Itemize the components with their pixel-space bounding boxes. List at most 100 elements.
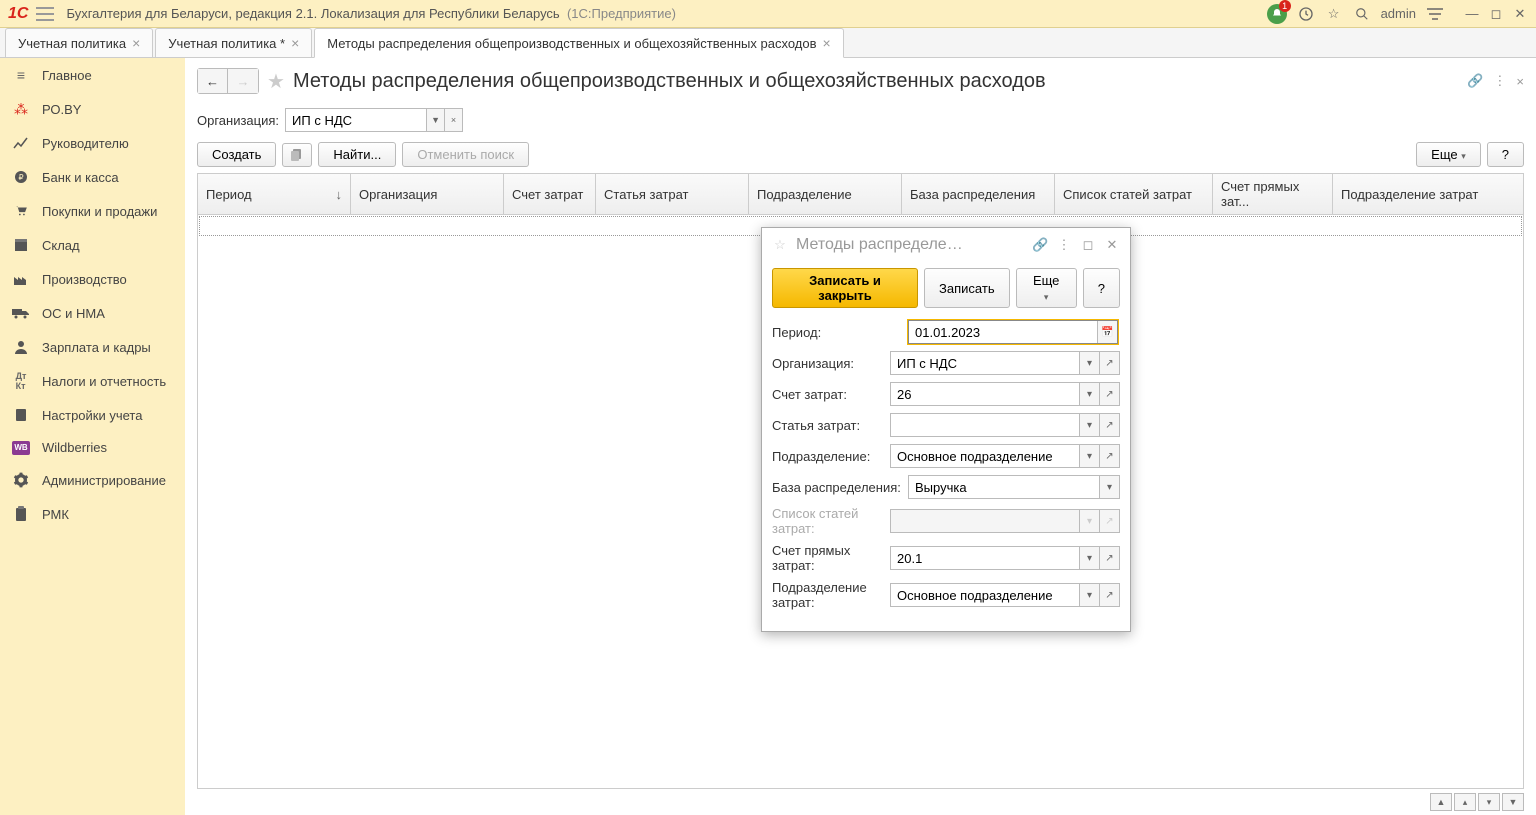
filter-row: Организация: ▼ × <box>185 104 1536 136</box>
article-input[interactable] <box>891 414 1079 436</box>
col-direct[interactable]: Счет прямых зат... <box>1213 174 1333 214</box>
dropdown-icon[interactable]: ▾ <box>1079 352 1099 374</box>
tab-close-icon[interactable]: × <box>291 35 299 51</box>
modal-star-icon[interactable]: ☆ <box>772 237 788 253</box>
truck-icon <box>12 304 30 322</box>
tab-close-icon[interactable]: × <box>823 35 831 51</box>
open-icon[interactable]: ↗ <box>1099 445 1119 467</box>
open-icon[interactable]: ↗ <box>1099 352 1119 374</box>
clear-filter-icon[interactable]: × <box>444 109 462 131</box>
settings-lines-icon[interactable] <box>1426 5 1444 23</box>
account-label: Счет затрат: <box>772 387 890 402</box>
dropdown-icon[interactable]: ▼ <box>426 109 444 131</box>
copy-button[interactable] <box>282 143 312 167</box>
page-header: ← → ★ Методы распределения общепроизводс… <box>185 58 1536 104</box>
col-period[interactable]: Период↓ <box>198 174 351 214</box>
sidebar-item-bank[interactable]: ₽Банк и касса <box>0 160 185 194</box>
sidebar-item-production[interactable]: Производство <box>0 262 185 296</box>
open-icon[interactable]: ↗ <box>1099 414 1119 436</box>
sidebar-item-settings[interactable]: Настройки учета <box>0 398 185 432</box>
dept2-input[interactable] <box>891 584 1079 606</box>
sidebar-item-sales[interactable]: Покупки и продажи <box>0 194 185 228</box>
modal-link-icon[interactable]: 🔗 <box>1032 237 1048 253</box>
create-button[interactable]: Создать <box>197 142 276 167</box>
dropdown-icon[interactable]: ▾ <box>1079 445 1099 467</box>
list-label: Список статей затрат: <box>772 506 890 536</box>
dropdown-icon[interactable]: ▾ <box>1079 584 1099 606</box>
user-label[interactable]: admin <box>1381 6 1416 21</box>
sidebar-item-admin[interactable]: Администрирование <box>0 463 185 497</box>
base-input[interactable] <box>909 476 1099 498</box>
dropdown-icon[interactable]: ▾ <box>1079 383 1099 405</box>
list-input-wrap: ▾ ↗ <box>890 509 1120 533</box>
modal-more-button[interactable]: Еще ▾ <box>1016 268 1077 308</box>
help-button[interactable]: ? <box>1487 142 1524 167</box>
period-input[interactable] <box>909 321 1097 343</box>
dropdown-icon[interactable]: ▾ <box>1079 414 1099 436</box>
nav-down-icon[interactable]: ▾ <box>1478 793 1500 811</box>
open-icon[interactable]: ↗ <box>1099 584 1119 606</box>
org-filter-combo[interactable]: ▼ × <box>285 108 463 132</box>
sidebar-item-manager[interactable]: Руководителю <box>0 126 185 160</box>
col-org[interactable]: Организация <box>351 174 504 214</box>
col-dept2[interactable]: Подразделение затрат <box>1333 174 1523 214</box>
clipboard-icon <box>12 505 30 523</box>
modal-close-icon[interactable]: ✕ <box>1104 237 1120 253</box>
more-button[interactable]: Еще ▾ <box>1416 142 1481 167</box>
nav-forward-button[interactable]: → <box>228 69 258 93</box>
sidebar-item-roby[interactable]: ⁂РО.BY <box>0 92 185 126</box>
modal-title: Методы распределе… <box>796 236 1024 254</box>
account-input[interactable] <box>891 383 1079 405</box>
sidebar-item-taxes[interactable]: ДтКтНалоги и отчетность <box>0 364 185 398</box>
cancel-find-button[interactable]: Отменить поиск <box>402 142 529 167</box>
nav-back-button[interactable]: ← <box>198 69 228 93</box>
tab-distribution-methods[interactable]: Методы распределения общепроизводственны… <box>314 28 843 58</box>
dropdown-icon: ▾ <box>1079 510 1099 532</box>
link-icon[interactable]: 🔗 <box>1467 73 1483 89</box>
dropdown-icon[interactable]: ▾ <box>1079 547 1099 569</box>
tab-accounting-policy-2[interactable]: Учетная политика *× <box>155 28 312 57</box>
find-button[interactable]: Найти... <box>318 142 396 167</box>
close-page-icon[interactable]: × <box>1516 74 1524 89</box>
maximize-icon[interactable]: ◻ <box>1488 6 1504 22</box>
open-icon[interactable]: ↗ <box>1099 383 1119 405</box>
col-account[interactable]: Счет затрат <box>504 174 596 214</box>
modal-help-button[interactable]: ? <box>1083 268 1120 308</box>
favorite-star-icon[interactable]: ★ <box>267 69 285 94</box>
sidebar-item-rmk[interactable]: РМК <box>0 497 185 531</box>
col-base[interactable]: База распределения <box>902 174 1055 214</box>
nav-up-icon[interactable]: ▴ <box>1454 793 1476 811</box>
sidebar-item-main[interactable]: ≡Главное <box>0 58 185 92</box>
open-icon[interactable]: ↗ <box>1099 547 1119 569</box>
org-input[interactable] <box>891 352 1079 374</box>
col-article[interactable]: Статья затрат <box>596 174 749 214</box>
main-menu-icon[interactable] <box>36 7 54 21</box>
sidebar-item-warehouse[interactable]: Склад <box>0 228 185 262</box>
base-label: База распределения: <box>772 480 908 495</box>
org-filter-input[interactable] <box>286 113 426 128</box>
dept-input[interactable] <box>891 445 1079 467</box>
modal-more-icon[interactable]: ⋮ <box>1056 237 1072 253</box>
star-icon[interactable]: ☆ <box>1325 5 1343 23</box>
modal-maximize-icon[interactable]: ◻ <box>1080 237 1096 253</box>
dropdown-icon[interactable]: ▾ <box>1099 476 1119 498</box>
search-icon[interactable] <box>1353 5 1371 23</box>
history-icon[interactable] <box>1297 5 1315 23</box>
sidebar-item-wildberries[interactable]: WBWildberries <box>0 432 185 463</box>
calendar-icon[interactable]: 📅 <box>1097 321 1117 343</box>
tab-close-icon[interactable]: × <box>132 35 140 51</box>
close-icon[interactable]: ✕ <box>1512 6 1528 22</box>
more-vert-icon[interactable]: ⋮ <box>1493 73 1506 89</box>
direct-input[interactable] <box>891 547 1079 569</box>
nav-first-icon[interactable]: ▲ <box>1430 793 1452 811</box>
col-list[interactable]: Список статей затрат <box>1055 174 1213 214</box>
save-button[interactable]: Записать <box>924 268 1010 308</box>
nav-last-icon[interactable]: ▼ <box>1502 793 1524 811</box>
tab-accounting-policy-1[interactable]: Учетная политика× <box>5 28 153 57</box>
sidebar-item-assets[interactable]: ОС и НМА <box>0 296 185 330</box>
col-dept[interactable]: Подразделение <box>749 174 902 214</box>
minimize-icon[interactable]: — <box>1464 6 1480 22</box>
sidebar-item-salary[interactable]: Зарплата и кадры <box>0 330 185 364</box>
notifications-icon[interactable] <box>1267 4 1287 24</box>
save-close-button[interactable]: Записать и закрыть <box>772 268 918 308</box>
